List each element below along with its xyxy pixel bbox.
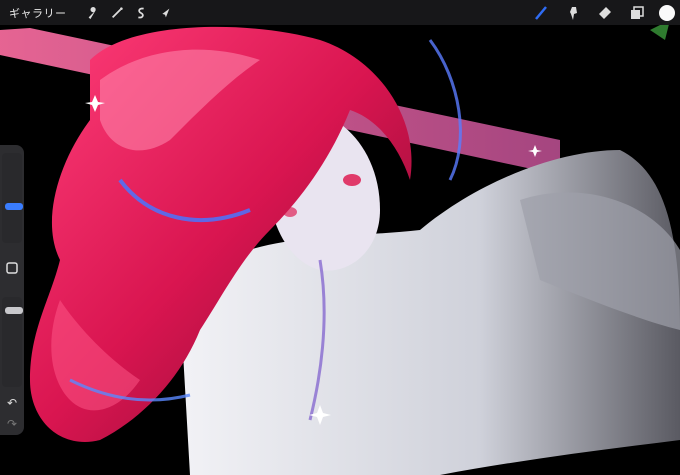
opacity-slider[interactable] xyxy=(2,297,23,387)
brush-size-handle[interactable] xyxy=(5,203,23,210)
brush-icon[interactable] xyxy=(525,0,557,25)
top-toolbar: ギャラリー xyxy=(0,0,680,25)
sidebar: ↶ ↷ xyxy=(0,145,24,435)
layers-icon[interactable] xyxy=(621,0,653,25)
magic-wand-icon[interactable] xyxy=(105,0,129,25)
smudge-icon[interactable] xyxy=(557,0,589,25)
transform-arrow-icon[interactable] xyxy=(153,0,177,25)
redo-icon[interactable]: ↷ xyxy=(0,415,24,433)
gallery-button[interactable]: ギャラリー xyxy=(9,5,67,21)
undo-icon[interactable]: ↶ xyxy=(0,394,24,412)
wrench-icon[interactable] xyxy=(81,0,105,25)
color-picker-button[interactable] xyxy=(659,4,675,21)
modify-button[interactable] xyxy=(0,259,24,277)
eraser-icon[interactable] xyxy=(589,0,621,25)
opacity-handle[interactable] xyxy=(5,307,23,314)
brush-size-slider[interactable] xyxy=(2,153,23,243)
artwork-canvas[interactable] xyxy=(0,0,680,475)
selection-s-icon[interactable] xyxy=(129,0,153,25)
